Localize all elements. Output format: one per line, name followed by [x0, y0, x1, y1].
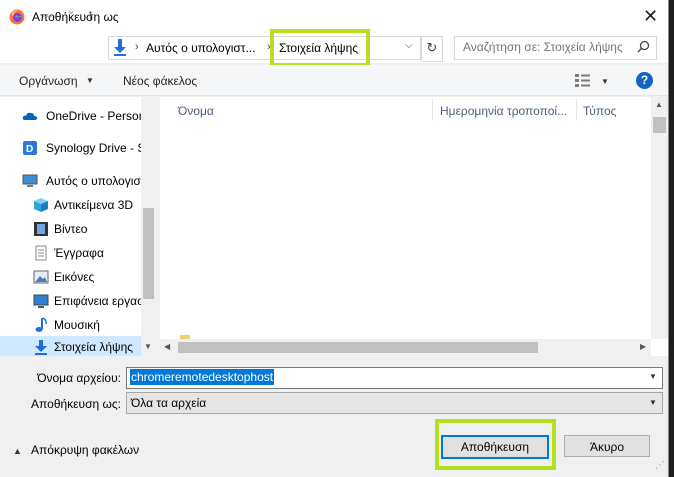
highlight-box-save	[435, 419, 556, 470]
search-input[interactable]	[455, 37, 633, 57]
sidebar-item-label: Στοιχεία λήψης	[54, 340, 134, 354]
chevron-down-icon[interactable]: ▼	[649, 372, 657, 381]
scroll-down-arrow-icon[interactable]: ▼	[144, 342, 152, 351]
cube-3d-icon	[34, 198, 48, 212]
chevron-down-icon[interactable]: ⌵	[405, 40, 413, 51]
save-as-type-value: Όλα τα αρχεία	[131, 396, 207, 410]
sidebar-item-label: Μουσική	[54, 318, 100, 332]
hide-folders-button[interactable]: Απόκρυψη φακέλων	[31, 443, 139, 457]
sidebar-item-synology-drive[interactable]: D Synology Drive - S	[0, 137, 156, 159]
file-list[interactable]	[160, 97, 668, 356]
sidebar-item-label: Synology Drive - S	[46, 141, 146, 155]
sidebar-item-label: Αυτός ο υπολογισ	[46, 174, 141, 188]
chevron-down-icon[interactable]: ▼	[86, 76, 94, 85]
sidebar-item-videos[interactable]: Βίντεο	[0, 218, 156, 240]
save-as-type-select[interactable]	[126, 392, 663, 414]
computer-icon	[22, 174, 38, 187]
forward-arrow-icon[interactable]: →	[40, 6, 54, 22]
save-as-type-label: Αποθήκευση ως:	[31, 397, 121, 411]
organize-button[interactable]: Οργάνωση	[19, 74, 78, 88]
music-note-icon	[35, 317, 47, 332]
close-icon[interactable]: ✕	[643, 6, 658, 27]
scroll-left-arrow-icon[interactable]: ◀	[164, 342, 170, 351]
sidebar-item-this-pc[interactable]: Αυτός ο υπολογισ	[0, 170, 156, 192]
picture-icon	[33, 270, 49, 284]
folder-icon	[180, 335, 190, 339]
chevron-down-icon[interactable]: ▼	[601, 77, 609, 86]
file-list-vertical-scrollbar[interactable]	[651, 97, 668, 339]
sidebar-scrollbar-thumb[interactable]	[143, 208, 154, 299]
sidebar-item-label: Αντικείμενα 3D	[54, 198, 134, 212]
column-divider[interactable]	[576, 99, 577, 121]
up-arrow-icon[interactable]: ↑	[87, 6, 94, 22]
scroll-right-arrow-icon[interactable]: ▶	[640, 342, 646, 351]
back-arrow-icon[interactable]: ←	[12, 6, 26, 22]
film-icon	[34, 222, 48, 236]
cloud-icon	[22, 112, 37, 120]
desktop-icon	[33, 294, 49, 308]
sidebar-item-music[interactable]: Μουσική	[0, 314, 156, 336]
sidebar-item-label: Βίντεο	[54, 222, 88, 236]
search-icon	[637, 40, 650, 53]
document-icon	[35, 245, 47, 261]
cancel-button[interactable]: Άκυρο	[564, 435, 650, 457]
column-header-type[interactable]: Τύπος	[583, 104, 616, 118]
view-options-icon[interactable]	[574, 73, 592, 87]
chevron-down-icon[interactable]: ▼	[649, 398, 657, 407]
horizontal-scrollbar-thumb[interactable]	[178, 342, 538, 353]
sidebar-item-label: OneDrive - Persor	[46, 109, 143, 123]
synology-drive-icon: D	[23, 141, 37, 155]
chevron-up-icon[interactable]: ▲	[13, 446, 22, 456]
svg-text:D: D	[26, 144, 33, 155]
help-button[interactable]: ?	[636, 72, 653, 89]
vertical-scrollbar-thumb[interactable]	[653, 117, 666, 133]
scroll-up-arrow-icon[interactable]: ▲	[655, 100, 663, 109]
new-folder-button[interactable]: Νέος φάκελος	[123, 74, 197, 88]
navigation-pane: OneDrive - Persor D Synology Drive - S Α…	[0, 97, 156, 356]
sidebar-item-downloads[interactable]: Στοιχεία λήψης	[0, 336, 156, 356]
command-bar	[0, 65, 668, 96]
sidebar-item-documents[interactable]: Έγγραφα	[0, 242, 156, 264]
sidebar-item-pictures[interactable]: Εικόνες	[0, 266, 156, 288]
column-header-row	[160, 97, 651, 123]
breadcrumb-separator: ›	[135, 41, 139, 53]
sidebar-item-3d-objects[interactable]: Αντικείμενα 3D	[0, 194, 156, 216]
resize-grip-icon[interactable]: ⋰	[655, 460, 665, 471]
sidebar-item-desktop[interactable]: Επιφάνεια εργασ	[0, 290, 156, 312]
download-arrow-icon	[35, 340, 47, 355]
highlight-box-breadcrumb	[270, 29, 370, 67]
sidebar-item-label: Εικόνες	[54, 270, 95, 284]
column-header-name[interactable]: Όνομα	[178, 104, 214, 118]
column-header-date-modified[interactable]: Ημερομηνία τροποποί...	[440, 104, 567, 118]
breadcrumb-this-pc[interactable]: Αυτός ο υπολογιστ...	[146, 41, 256, 55]
sidebar-item-onedrive[interactable]: OneDrive - Persor	[0, 105, 156, 127]
recent-locations-icon[interactable]: ⌄	[66, 3, 76, 17]
search-box[interactable]	[454, 36, 657, 60]
save-as-dialog: Αποθήκευση ως ✕ ← → ⌄ ↑ › Αυτός ο υπολογ…	[0, 0, 669, 477]
filename-label: Όνομα αρχείου:	[37, 371, 121, 385]
column-divider[interactable]	[432, 99, 433, 121]
download-arrow-icon	[114, 39, 126, 56]
sidebar-item-label: Επιφάνεια εργασ	[54, 294, 145, 308]
sidebar-item-label: Έγγραφα	[54, 246, 104, 260]
refresh-button[interactable]: ↻	[421, 36, 443, 62]
filename-input-value[interactable]: chromeremotedesktophost	[130, 369, 275, 385]
